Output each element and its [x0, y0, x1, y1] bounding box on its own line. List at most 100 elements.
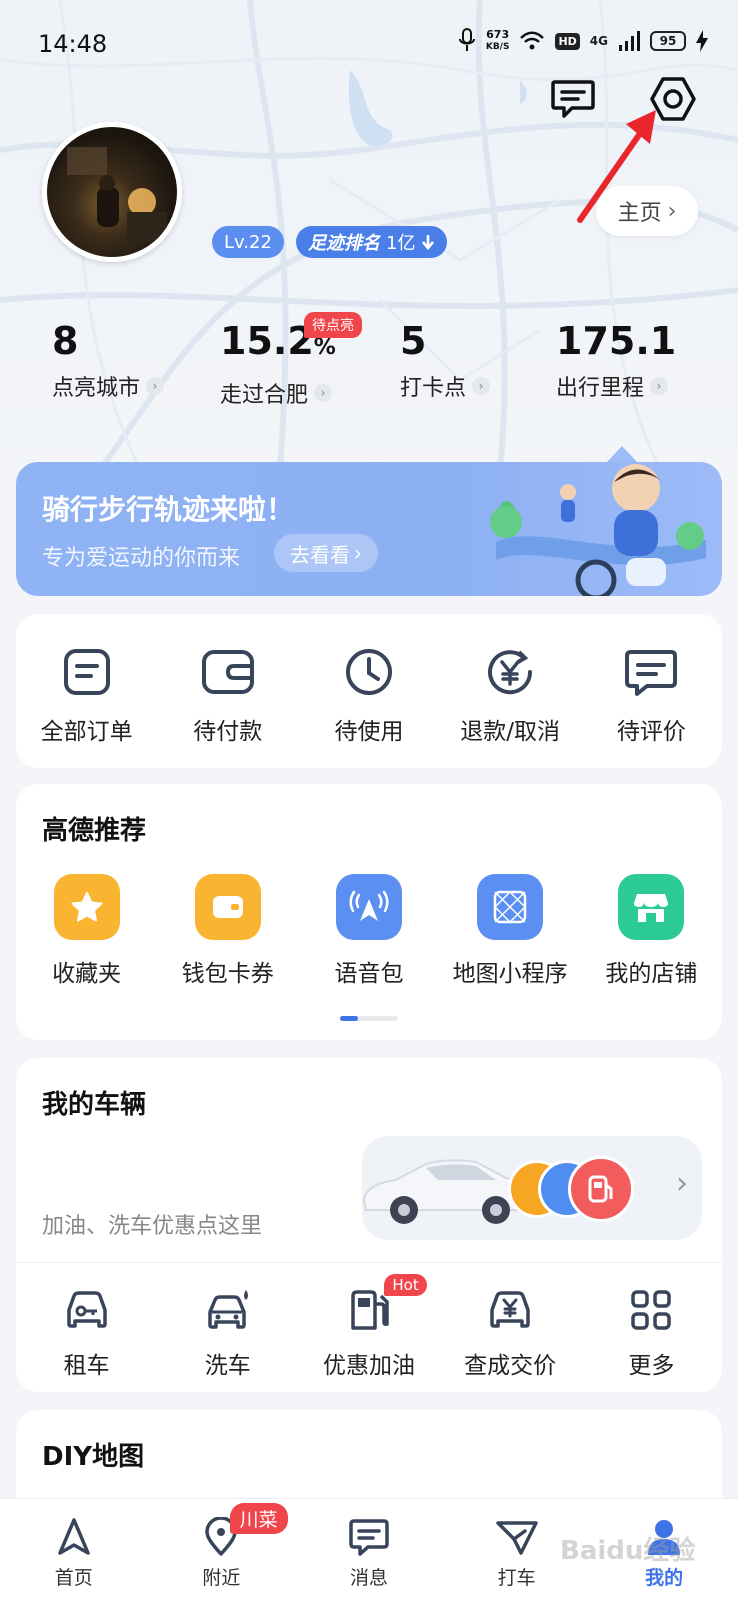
star-icon: [53, 874, 120, 940]
service-label: 租车: [63, 1353, 110, 1379]
recommend-wallet-cards[interactable]: 钱包卡券: [157, 874, 298, 988]
user-avatar[interactable]: [42, 122, 182, 262]
orders-card: 全部订单 待付款 待使用 退款/取消 待评价: [16, 614, 722, 768]
grid-more-icon: [631, 1290, 672, 1330]
nearby-badge: 川菜: [229, 1503, 288, 1534]
recommend-title: 高德推荐: [42, 816, 147, 846]
tab-nearby[interactable]: 附近 川菜: [148, 1499, 296, 1600]
rank-label: 足迹排名: [308, 233, 380, 254]
order-label: 待评价: [616, 719, 686, 745]
homepage-button[interactable]: 主页 ›: [596, 186, 698, 236]
refund-icon: [488, 650, 533, 695]
rent-car-icon: [66, 1291, 107, 1328]
stat-value: 15.2: [220, 319, 314, 363]
order-pending-review[interactable]: 待评价: [581, 646, 722, 746]
navigate-icon: [58, 1518, 90, 1555]
service-price-check[interactable]: 查成交价: [440, 1288, 581, 1380]
stat-checkin-points[interactable]: 5 打卡点 ›: [400, 318, 491, 402]
recommend-label: 收藏夹: [52, 961, 122, 987]
service-more[interactable]: 更多: [581, 1288, 722, 1380]
recommend-mini-programs[interactable]: 地图小程序: [440, 874, 581, 988]
recommend-voice-pack[interactable]: 语音包: [298, 874, 439, 988]
recommend-label: 语音包: [334, 961, 404, 987]
order-pending-payment[interactable]: 待付款: [157, 646, 298, 746]
my-vehicle-card: 我的车辆 加油、洗车优惠点这里 › 租车 洗车 优惠加油 Hot 查成交价 更多: [16, 1058, 722, 1392]
wifi-icon: [520, 31, 545, 50]
cycling-walking-banner[interactable]: 骑行步行轨迹来啦！ 专为爱运动的你而来 去看看 ›: [16, 462, 722, 596]
rank-badge[interactable]: 足迹排名 1亿: [296, 226, 448, 258]
signal-icon: [619, 31, 640, 51]
network-speed: 673 KB/S: [486, 29, 510, 53]
tab-home[interactable]: 首页: [0, 1499, 148, 1600]
order-label: 全部订单: [40, 719, 133, 745]
car-wash-icon: [208, 1290, 248, 1329]
network-speed-unit: KB/S: [485, 42, 510, 52]
chevron-right-icon: ›: [354, 541, 362, 565]
status-icons: 673 KB/S HD 4G 95: [458, 28, 708, 54]
message-icon: [349, 1519, 389, 1556]
review-icon: [625, 650, 678, 696]
service-fuel-discount[interactable]: 优惠加油 Hot: [298, 1274, 439, 1380]
service-label: 洗车: [204, 1353, 251, 1379]
banner-go-label: 去看看: [290, 542, 350, 567]
banner-go-button[interactable]: 去看看 ›: [274, 534, 378, 572]
hd-badge: HD: [555, 32, 580, 50]
vehicle-promo[interactable]: ›: [362, 1136, 702, 1240]
avatar-photo: [67, 147, 167, 242]
pending-badge: 待点亮: [304, 312, 362, 338]
order-label: 退款/取消: [460, 719, 561, 745]
stat-label: 出行里程: [556, 376, 645, 401]
rank-value: 1亿: [386, 233, 416, 254]
tab-label: 我的: [645, 1567, 684, 1589]
wallet-card-icon: [194, 874, 261, 940]
status-bar: 14:48 673 KB/S HD 4G 95: [0, 0, 738, 90]
stat-unit: %: [313, 335, 336, 360]
order-pending-use[interactable]: 待使用: [298, 646, 439, 746]
page-indicator: [340, 1016, 398, 1021]
level-badge[interactable]: Lv.22: [212, 226, 284, 258]
tab-label: 首页: [54, 1567, 93, 1589]
network-speed-value: 673: [486, 28, 510, 41]
banner-title: 骑行步行轨迹来啦！: [42, 493, 295, 526]
stat-lit-cities[interactable]: 8 点亮城市 ›: [52, 318, 165, 402]
tab-messages[interactable]: 消息: [295, 1499, 443, 1600]
taxi-icon: [495, 1521, 538, 1555]
clock-icon: [345, 649, 392, 695]
chevron-right-icon: ›: [667, 198, 677, 224]
battery-indicator: 95: [650, 31, 686, 51]
cyclist-illustration: [490, 464, 706, 596]
amap-recommend-card: 高德推荐 收藏夹 钱包卡券 语音包 地图小程序 我的店铺: [16, 784, 722, 1040]
hot-badge: Hot: [384, 1274, 427, 1296]
service-label: 更多: [628, 1353, 675, 1379]
banner-subtitle: 专为爱运动的你而来: [42, 546, 241, 571]
stat-label: 打卡点: [400, 376, 467, 401]
stat-value: 175.1: [556, 319, 677, 363]
chevron-right-icon: ›: [314, 384, 333, 402]
stat-label: 点亮城市: [52, 376, 141, 401]
microphone-icon: [458, 28, 475, 51]
service-car-wash[interactable]: 洗车: [157, 1288, 298, 1380]
recommend-favorites[interactable]: 收藏夹: [16, 874, 157, 988]
order-label: 待使用: [334, 719, 404, 745]
footprint-stats: 8 点亮城市 › 15.2% 走过合肥 › 5 打卡点 › 175.1 出行里程 ›: [0, 318, 738, 418]
status-time: 14:48: [38, 30, 108, 58]
price-check-icon: [490, 1291, 530, 1328]
stat-travel-distance[interactable]: 175.1 出行里程 ›: [556, 318, 676, 402]
chevron-right-icon: ›: [650, 377, 669, 395]
tab-label: 附近: [202, 1567, 241, 1589]
order-all[interactable]: 全部订单: [16, 646, 157, 746]
stat-label: 走过合肥: [220, 383, 309, 408]
gas-station-promo-icon: [568, 1156, 634, 1222]
service-rent-car[interactable]: 租车: [16, 1288, 157, 1380]
tab-label: 消息: [349, 1567, 388, 1589]
banner-pointer: [606, 446, 638, 463]
recommend-my-shop[interactable]: 我的店铺: [581, 874, 722, 988]
chevron-right-icon: ›: [146, 377, 165, 395]
vehicle-hint: 加油、洗车优惠点这里: [42, 1214, 263, 1239]
wallet-icon: [201, 650, 254, 694]
order-refund[interactable]: 退款/取消: [440, 646, 581, 746]
baidu-watermark: Baidu经验: [560, 1536, 696, 1566]
chevron-right-icon: ›: [676, 1166, 688, 1201]
service-label: 查成交价: [464, 1353, 557, 1379]
tab-label: 打车: [497, 1567, 536, 1589]
